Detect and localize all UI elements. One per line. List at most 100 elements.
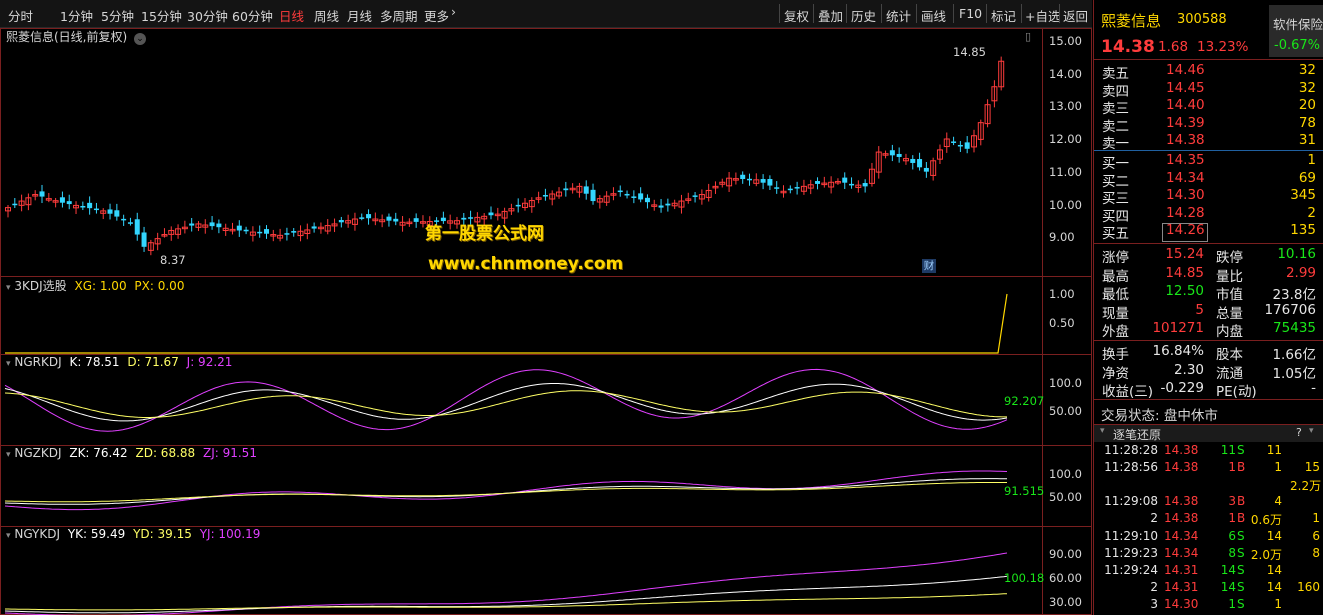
tick-row[interactable]: 11:29:24 14.31 14 S 14: [1094, 563, 1323, 581]
period-tab-more[interactable]: 更多: [424, 6, 449, 25]
candle[interactable]: [324, 219, 331, 235]
candle[interactable]: [127, 217, 133, 226]
candle[interactable]: [583, 180, 589, 200]
candle[interactable]: [698, 189, 705, 205]
ask-row[interactable]: 卖二 14.39 78: [1094, 115, 1323, 135]
tick-row[interactable]: 3 14.30 1 S 1: [1094, 597, 1323, 615]
candle[interactable]: [291, 228, 297, 237]
candle[interactable]: [161, 228, 168, 238]
stats-button[interactable]: 统计: [886, 6, 911, 25]
candle[interactable]: [910, 155, 916, 170]
candle[interactable]: [406, 218, 413, 227]
candle[interactable]: [964, 136, 970, 154]
candle[interactable]: [930, 157, 937, 181]
candle[interactable]: [175, 224, 182, 239]
period-tab-daily[interactable]: 日线: [279, 6, 304, 25]
bid-row[interactable]: 买三 14.30 345: [1094, 187, 1323, 207]
candle[interactable]: [692, 192, 698, 203]
candle[interactable]: [610, 187, 617, 201]
candle[interactable]: [351, 212, 358, 231]
candle[interactable]: [705, 183, 712, 202]
candle[interactable]: [787, 185, 793, 194]
candle[interactable]: [386, 213, 392, 227]
candle[interactable]: [311, 222, 317, 233]
candle[interactable]: [849, 177, 855, 189]
candle[interactable]: [991, 80, 998, 108]
period-tab-timeshare[interactable]: 分时: [8, 6, 33, 25]
tick-header[interactable]: ▾ 逐笔还原 ? ▾: [1094, 424, 1323, 442]
candle[interactable]: [889, 144, 895, 162]
candle[interactable]: [834, 178, 841, 185]
back-button[interactable]: 返回: [1063, 6, 1088, 25]
tick-row[interactable]: 11:29:23 14.34 8 S 2.0万 8: [1094, 546, 1323, 564]
candle[interactable]: [855, 180, 862, 193]
candle[interactable]: [80, 201, 86, 211]
candle[interactable]: [25, 193, 32, 211]
chevron-down-icon[interactable]: ▾: [6, 450, 11, 460]
period-tab-15min[interactable]: 15分钟: [141, 6, 182, 25]
ask-row[interactable]: 卖四 14.45 32: [1094, 80, 1323, 100]
tick-row[interactable]: 2 14.31 14 S 14 160: [1094, 580, 1323, 598]
candle[interactable]: [379, 214, 386, 228]
period-tab-monthly[interactable]: 月线: [347, 6, 372, 25]
f10-button[interactable]: F10: [959, 6, 982, 21]
candle[interactable]: [712, 181, 719, 194]
bid-row[interactable]: 买五 14.26 135: [1094, 222, 1323, 242]
candle[interactable]: [32, 190, 39, 201]
candle[interactable]: [528, 197, 535, 213]
candle[interactable]: [39, 184, 45, 204]
tick-row[interactable]: 11:29:10 14.34 6 S 14 6: [1094, 529, 1323, 547]
candle[interactable]: [882, 150, 889, 159]
candle[interactable]: [936, 144, 943, 164]
candle[interactable]: [107, 203, 113, 220]
candle[interactable]: [114, 203, 120, 221]
candle[interactable]: [951, 136, 957, 146]
candle[interactable]: [665, 198, 671, 212]
chevron-down-icon[interactable]: ▾: [6, 531, 11, 541]
candle[interactable]: [154, 232, 161, 251]
candle[interactable]: [297, 225, 304, 242]
candle[interactable]: [943, 132, 950, 153]
chart-area[interactable]: 熙菱信息(日线,前复权) ⌄ ▯ 14.85 8.37 财 第一股票公式网 ww…: [0, 28, 1092, 615]
candle[interactable]: [617, 185, 623, 197]
candle[interactable]: [345, 214, 352, 228]
candle[interactable]: [590, 183, 596, 205]
candle[interactable]: [331, 218, 338, 233]
candle[interactable]: [121, 214, 127, 226]
chevron-down-icon[interactable]: ▾: [1309, 426, 1314, 436]
period-tab-multi[interactable]: 多周期: [380, 6, 418, 25]
tick-row[interactable]: 2 14.38 1 B 0.6万 1: [1094, 511, 1323, 529]
candle[interactable]: [821, 176, 828, 188]
candle[interactable]: [222, 223, 229, 236]
candle[interactable]: [671, 199, 678, 210]
candle[interactable]: [18, 194, 25, 212]
tick-row[interactable]: 11:28:28 14.38 11 S 11: [1094, 443, 1323, 461]
candle[interactable]: [304, 223, 311, 240]
candle[interactable]: [243, 226, 249, 235]
period-tab-5min[interactable]: 5分钟: [101, 6, 134, 25]
candle[interactable]: [338, 216, 344, 228]
candle[interactable]: [868, 162, 875, 187]
candle[interactable]: [678, 194, 685, 214]
candle[interactable]: [896, 147, 902, 163]
financial-report-badge[interactable]: 财: [922, 259, 936, 273]
candle[interactable]: [216, 219, 222, 234]
help-icon[interactable]: ?: [1296, 426, 1302, 439]
candle[interactable]: [746, 173, 752, 186]
candle[interactable]: [413, 213, 419, 228]
candle[interactable]: [800, 179, 807, 195]
period-tab-weekly[interactable]: 周线: [314, 6, 339, 25]
candle[interactable]: [317, 222, 324, 234]
candle[interactable]: [508, 203, 515, 215]
chevron-down-icon[interactable]: ▾: [6, 283, 11, 293]
candle[interactable]: [753, 173, 760, 187]
candle[interactable]: [685, 192, 692, 204]
candle[interactable]: [984, 99, 991, 128]
candle[interactable]: [209, 216, 215, 230]
candle[interactable]: [45, 192, 52, 203]
candle[interactable]: [970, 129, 977, 153]
candle[interactable]: [93, 202, 99, 214]
tick-row[interactable]: 2.2万: [1094, 477, 1323, 495]
period-tab-60min[interactable]: 60分钟: [232, 6, 273, 25]
candle[interactable]: [638, 187, 644, 203]
